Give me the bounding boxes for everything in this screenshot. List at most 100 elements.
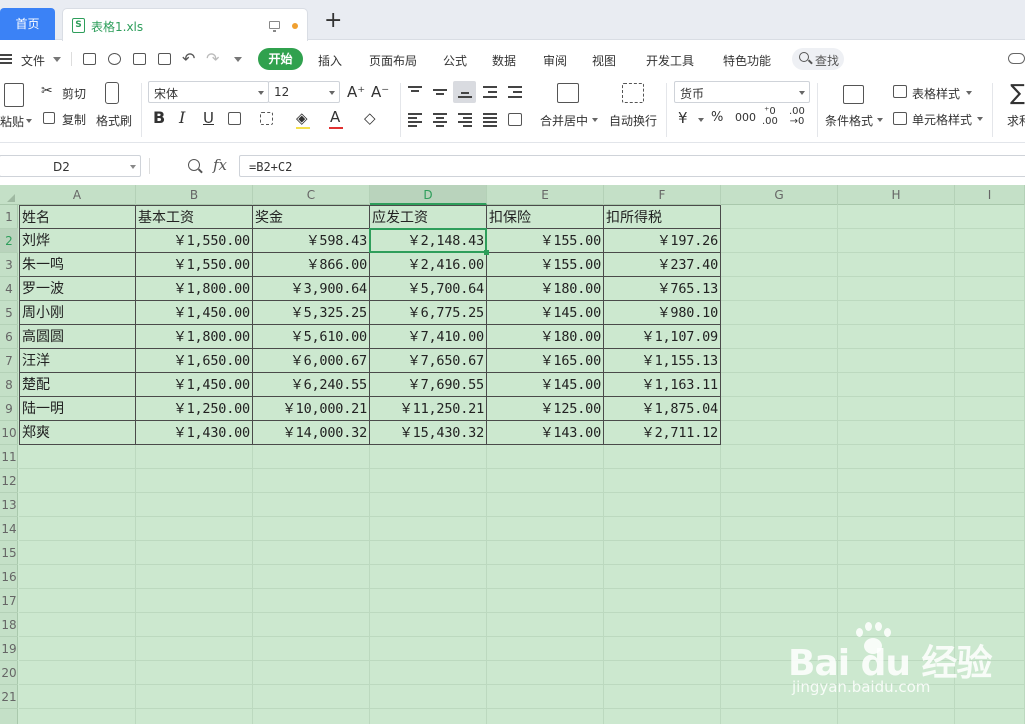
menu-page-layout[interactable]: 页面布局 — [369, 52, 417, 69]
cell-b9[interactable]: ￥1,250.00 — [136, 397, 253, 421]
row-header-18[interactable]: 18 — [0, 613, 18, 637]
font-shrink-icon[interactable]: A⁻ — [371, 84, 389, 100]
header-cell-base-salary[interactable]: 基本工资 — [136, 205, 253, 229]
cell-a3[interactable]: 朱一鸣 — [19, 253, 136, 277]
cell-b8[interactable]: ￥1,450.00 — [136, 373, 253, 397]
cell-style-icon[interactable] — [893, 112, 907, 125]
font-name-select[interactable]: 宋体 — [148, 81, 269, 103]
cell-c6[interactable]: ￥5,610.00 — [253, 325, 370, 349]
indent-decrease-icon[interactable] — [483, 86, 497, 98]
row-header-20[interactable]: 20 — [0, 661, 18, 685]
menu-features[interactable]: 特色功能 — [723, 52, 771, 69]
row-header-9[interactable]: 9 — [0, 397, 18, 421]
chevron-down-icon[interactable] — [698, 118, 704, 122]
row-header-21[interactable]: 21 — [0, 685, 18, 709]
cell-a10[interactable]: 郑爽 — [19, 421, 136, 445]
chevron-down-icon[interactable] — [877, 118, 883, 122]
select-all-corner[interactable] — [0, 185, 18, 205]
copy-button[interactable]: 复制 — [62, 111, 86, 128]
cell-d7[interactable]: ￥7,650.67 — [370, 349, 487, 373]
indent-increase-icon[interactable] — [508, 86, 522, 98]
cell-f6[interactable]: ￥1,107.09 — [604, 325, 721, 349]
distribute-icon[interactable] — [508, 113, 522, 126]
column-header-f[interactable]: F — [604, 185, 721, 205]
name-box[interactable]: D2 — [0, 155, 141, 177]
print-preview-icon[interactable] — [158, 53, 171, 65]
header-cell-gross-pay[interactable]: 应发工资 — [370, 205, 487, 229]
cell-d8[interactable]: ￥7,690.55 — [370, 373, 487, 397]
menu-data[interactable]: 数据 — [492, 52, 516, 69]
unsaved-dot-icon[interactable] — [292, 23, 298, 29]
monitor-icon[interactable] — [269, 21, 280, 32]
cell-e5[interactable]: ￥145.00 — [487, 301, 604, 325]
column-header-g[interactable]: G — [721, 185, 838, 205]
export-icon[interactable] — [108, 53, 121, 65]
paste-icon[interactable] — [4, 83, 24, 107]
chevron-down-icon[interactable] — [592, 118, 598, 122]
header-cell-bonus[interactable]: 奖金 — [253, 205, 370, 229]
row-header-19[interactable]: 19 — [0, 637, 18, 661]
scissors-icon[interactable]: ✂ — [41, 83, 53, 99]
row-header-15[interactable]: 15 — [0, 541, 18, 565]
zoom-icon[interactable] — [188, 159, 200, 171]
cell-e8[interactable]: ￥145.00 — [487, 373, 604, 397]
table-style-button[interactable]: 表格样式 — [912, 85, 960, 102]
font-grow-icon[interactable]: A⁺ — [347, 84, 365, 100]
cell-c3[interactable]: ￥866.00 — [253, 253, 370, 277]
cell-c2[interactable]: ￥598.43 — [253, 229, 370, 253]
align-right-icon[interactable] — [458, 113, 472, 127]
cell-e4[interactable]: ￥180.00 — [487, 277, 604, 301]
header-cell-income-tax[interactable]: 扣所得税 — [604, 205, 721, 229]
cell-a5[interactable]: 周小刚 — [19, 301, 136, 325]
thousands-separator-icon[interactable]: 000 — [735, 110, 756, 126]
cell-c8[interactable]: ￥6,240.55 — [253, 373, 370, 397]
cell-a4[interactable]: 罗一波 — [19, 277, 136, 301]
cell-c10[interactable]: ￥14,000.32 — [253, 421, 370, 445]
menu-insert[interactable]: 插入 — [318, 52, 342, 69]
cell-d3[interactable]: ￥2,416.00 — [370, 253, 487, 277]
hamburger-icon[interactable] — [0, 54, 13, 64]
number-format-select[interactable]: 货币 — [674, 81, 810, 103]
cell-a2[interactable]: 刘烨 — [19, 229, 136, 253]
menu-start[interactable]: 开始 — [258, 48, 303, 70]
tab-home[interactable]: 首页 — [0, 8, 55, 40]
align-center-icon[interactable] — [433, 113, 447, 127]
sum-icon[interactable]: ∑ — [1010, 82, 1025, 106]
quick-access-more-icon[interactable] — [234, 57, 242, 62]
menu-review[interactable]: 审阅 — [543, 52, 567, 69]
paste-button[interactable]: 粘贴 — [0, 113, 24, 130]
function-fx-icon[interactable]: fx — [213, 156, 227, 174]
print-icon[interactable] — [133, 53, 146, 65]
row-header-1[interactable]: 1 — [0, 205, 18, 229]
underline-icon[interactable]: U — [203, 110, 214, 126]
row-header-17[interactable]: 17 — [0, 589, 18, 613]
chevron-down-icon[interactable] — [966, 91, 972, 95]
paste-dropdown-icon[interactable] — [26, 119, 32, 123]
row-header-6[interactable]: 6 — [0, 325, 18, 349]
row-header-12[interactable]: 12 — [0, 469, 18, 493]
cell-c9[interactable]: ￥10,000.21 — [253, 397, 370, 421]
formula-input[interactable]: =B2+C2 — [239, 155, 1025, 177]
new-tab-plus-icon[interactable]: + — [324, 10, 342, 32]
border-icon[interactable] — [228, 112, 241, 125]
cell-b7[interactable]: ￥1,650.00 — [136, 349, 253, 373]
cell-e10[interactable]: ￥143.00 — [487, 421, 604, 445]
cell-a7[interactable]: 汪洋 — [19, 349, 136, 373]
chevron-down-icon[interactable] — [977, 117, 983, 121]
row-header-10[interactable]: 10 — [0, 421, 18, 445]
save-icon[interactable] — [83, 53, 96, 65]
column-header-b[interactable]: B — [136, 185, 253, 205]
cell-b5[interactable]: ￥1,450.00 — [136, 301, 253, 325]
row-header-14[interactable]: 14 — [0, 517, 18, 541]
cell-fill-icon[interactable] — [260, 112, 273, 125]
menu-formulas[interactable]: 公式 — [443, 52, 467, 69]
menu-file[interactable]: 文件 — [21, 52, 45, 69]
cell-d9[interactable]: ￥11,250.21 — [370, 397, 487, 421]
brush-icon[interactable] — [105, 82, 119, 104]
row-header-8[interactable]: 8 — [0, 373, 18, 397]
worksheet[interactable]: ABCDEFGHI 1 2 3 4 5 6 7 8 9 10 11 12 13 14 15 16 17 18 19 2… — [0, 185, 1025, 724]
header-cell-name[interactable]: 姓名 — [19, 205, 136, 229]
conditional-format-icon[interactable] — [843, 85, 864, 104]
row-header-11[interactable]: 11 — [0, 445, 18, 469]
cell-b10[interactable]: ￥1,430.00 — [136, 421, 253, 445]
